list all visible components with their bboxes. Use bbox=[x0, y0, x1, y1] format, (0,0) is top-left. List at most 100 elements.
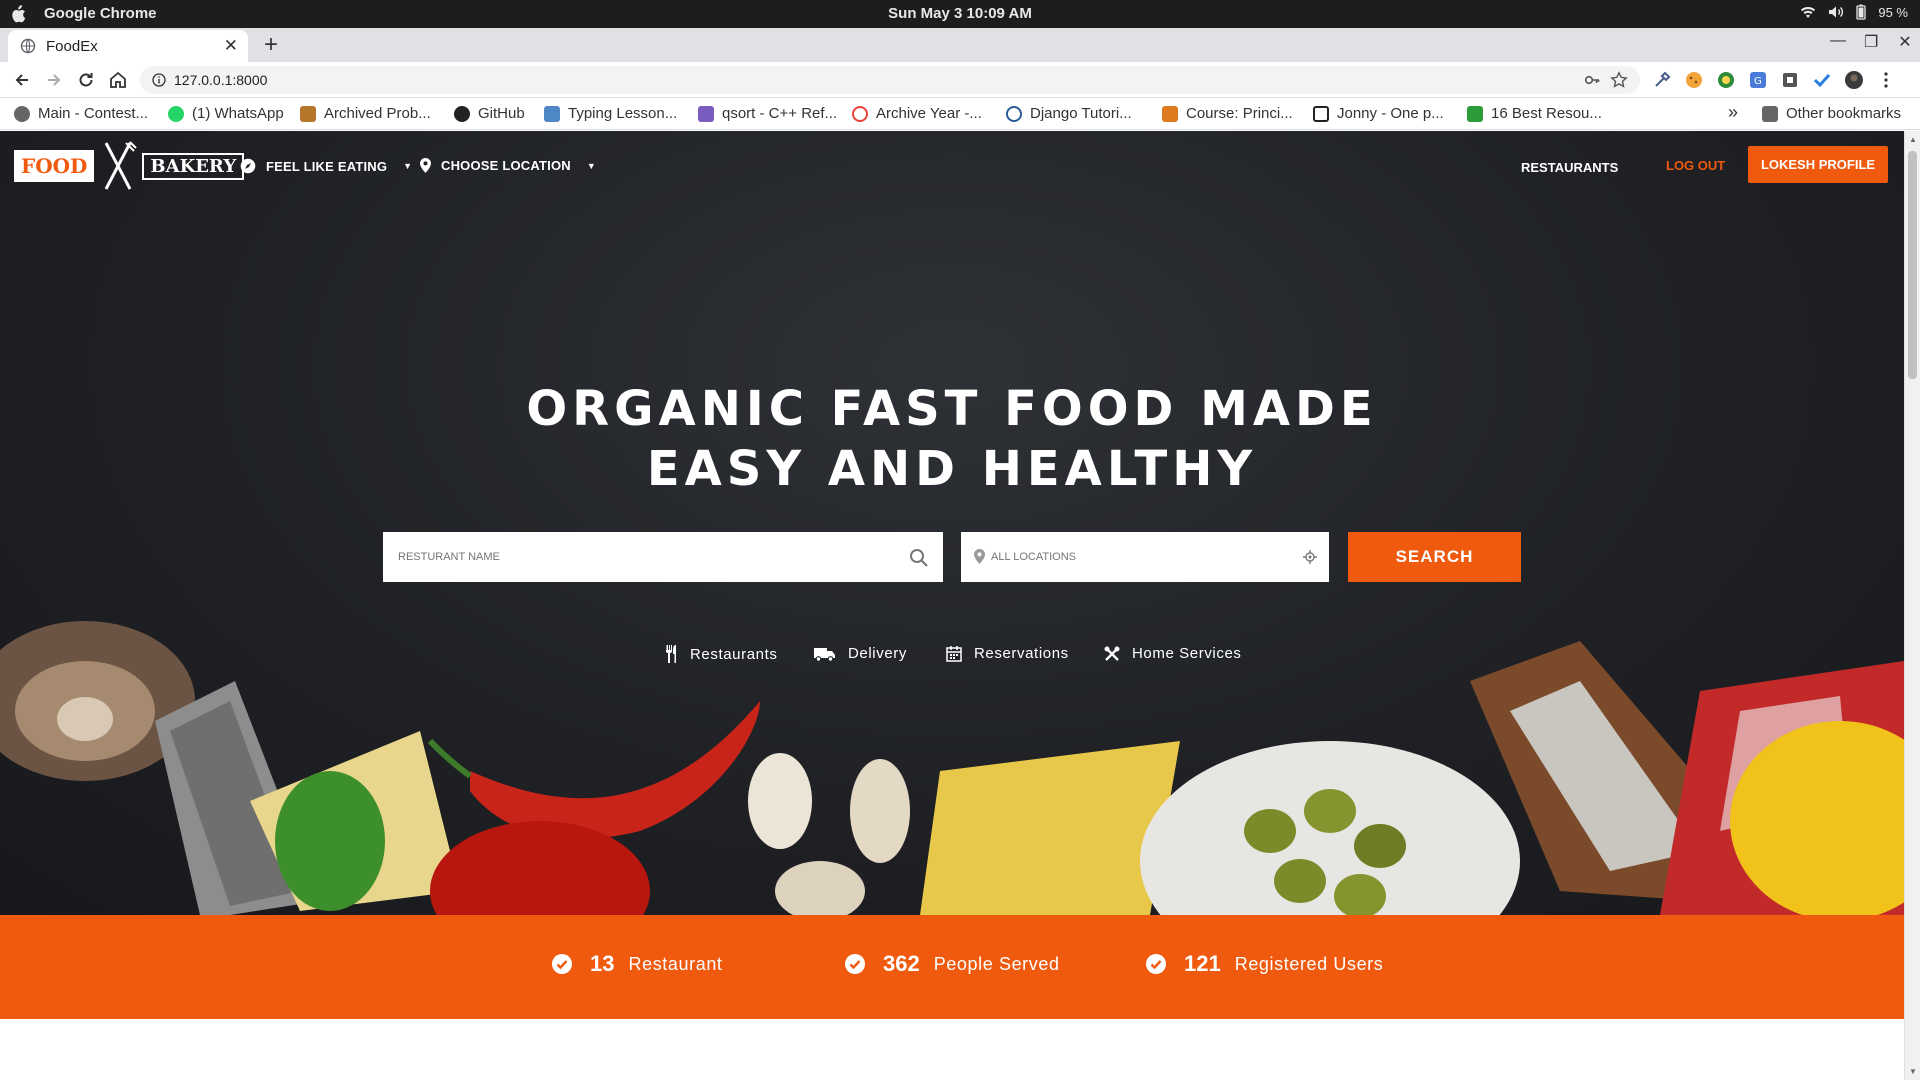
more-bookmarks-chevron[interactable]: » bbox=[1728, 102, 1738, 123]
stat-number: 362 bbox=[883, 951, 920, 976]
bookmark-label: Typing Lesson... bbox=[568, 105, 678, 122]
eyedropper-extension-icon[interactable] bbox=[1652, 70, 1672, 90]
bookmark-item[interactable]: Archived Prob... bbox=[300, 105, 431, 122]
github-icon bbox=[454, 105, 470, 122]
bookmark-item[interactable]: (1) WhatsApp bbox=[168, 105, 284, 122]
bookmark-item[interactable]: Django Tutori... bbox=[1006, 105, 1132, 122]
hero-title-line-1: ORGANIC FAST FOOD MADE bbox=[526, 381, 1378, 437]
scrollbar-thumb[interactable] bbox=[1908, 151, 1917, 379]
truck-icon bbox=[814, 647, 835, 662]
new-tab-button[interactable]: + bbox=[258, 32, 284, 58]
shield-extension-icon[interactable] bbox=[1780, 70, 1800, 90]
cookie-extension-icon[interactable] bbox=[1684, 70, 1704, 90]
tools-icon bbox=[1104, 646, 1120, 661]
folder-icon bbox=[1762, 105, 1778, 122]
bookmark-item[interactable]: Jonny - One p... bbox=[1313, 105, 1444, 122]
choose-location-dropdown[interactable]: CHOOSE LOCATION ▼ bbox=[420, 158, 596, 173]
search-button[interactable]: SEARCH bbox=[1348, 532, 1521, 582]
browser-tab-foodex[interactable]: FoodEx ✕ bbox=[8, 30, 248, 62]
menu-kebab-icon[interactable] bbox=[1876, 70, 1896, 90]
search-icon[interactable] bbox=[909, 548, 929, 568]
location-search-field bbox=[961, 532, 1329, 582]
extensions-area: G bbox=[1652, 70, 1896, 90]
url-text[interactable]: 127.0.0.1:8000 bbox=[174, 72, 267, 88]
battery-percentage: 95 % bbox=[1878, 4, 1908, 20]
restore-icon[interactable]: ❐ bbox=[1864, 32, 1878, 52]
choose-location-label: CHOOSE LOCATION bbox=[441, 158, 571, 173]
whatsapp-icon bbox=[168, 105, 184, 122]
bookmark-item[interactable]: Typing Lesson... bbox=[544, 105, 677, 122]
bookmark-item[interactable]: Main - Contest... bbox=[14, 105, 148, 122]
hero-section: FOOD BAKERY FEEL LIKE EATING ▼ CHOOSE LO… bbox=[0, 131, 1904, 915]
other-bookmarks-folder[interactable]: Other bookmarks bbox=[1762, 105, 1901, 122]
stat-label: Registered Users bbox=[1234, 953, 1384, 974]
logo-food-text: FOOD bbox=[14, 150, 95, 182]
minimize-icon[interactable]: — bbox=[1830, 32, 1846, 52]
bookmark-label: Django Tutori... bbox=[1030, 105, 1132, 122]
volume-icon[interactable] bbox=[1828, 5, 1844, 19]
resource-icon bbox=[1467, 105, 1483, 122]
stat-label: People Served bbox=[933, 953, 1060, 974]
reload-icon[interactable] bbox=[76, 70, 96, 90]
restaurant-name-input[interactable] bbox=[383, 532, 943, 582]
logout-link[interactable]: LOG OUT bbox=[1666, 158, 1725, 173]
restaurants-nav-link[interactable]: RESTAURANTS bbox=[1521, 160, 1618, 175]
bookmark-item[interactable]: Archive Year -... bbox=[852, 105, 982, 122]
close-window-icon[interactable]: ✕ bbox=[1898, 32, 1912, 52]
restaurant-search-field bbox=[383, 532, 943, 582]
site-info-icon[interactable] bbox=[152, 73, 166, 87]
category-reservations[interactable]: Reservations bbox=[946, 645, 1069, 662]
location-input[interactable] bbox=[961, 532, 1329, 582]
codeforces-icon bbox=[300, 105, 316, 122]
google-icon bbox=[852, 105, 868, 122]
fork-knife-icon bbox=[666, 645, 676, 663]
translate-extension-icon[interactable]: G bbox=[1748, 70, 1768, 90]
stat-people-served: 362 People Served bbox=[845, 951, 1060, 977]
grammar-extension-icon[interactable] bbox=[1716, 70, 1736, 90]
category-label: Home Services bbox=[1132, 645, 1242, 662]
garlic-clove bbox=[775, 861, 865, 915]
profile-avatar-icon[interactable] bbox=[1844, 70, 1864, 90]
forward-arrow-icon[interactable] bbox=[44, 70, 64, 90]
feel-like-eating-dropdown[interactable]: FEEL LIKE EATING ▼ bbox=[240, 158, 412, 174]
scroll-up-arrow-icon[interactable]: ▲ bbox=[1909, 135, 1917, 144]
bookmark-item[interactable]: 16 Best Resou... bbox=[1467, 105, 1602, 122]
hero-title-line-2: EASY AND HEALTHY bbox=[646, 441, 1258, 497]
check-circle-icon bbox=[845, 954, 865, 974]
site-header: FOOD BAKERY FEEL LIKE EATING ▼ CHOOSE LO… bbox=[0, 131, 1904, 203]
bookmark-star-icon[interactable] bbox=[1610, 71, 1628, 89]
check-extension-icon[interactable] bbox=[1812, 70, 1832, 90]
profile-button[interactable]: LOKESH PROFILE bbox=[1748, 146, 1888, 183]
bookmark-item[interactable]: qsort - C++ Ref... bbox=[698, 105, 837, 122]
os-top-bar: Google Chrome Sun May 3 10:09 AM 95 % bbox=[0, 0, 1920, 28]
category-label: Restaurants bbox=[690, 645, 778, 663]
category-delivery[interactable]: Delivery bbox=[814, 645, 907, 662]
wifi-icon[interactable] bbox=[1800, 5, 1816, 19]
browser-tab-strip: FoodEx ✕ + — ❐ ✕ bbox=[0, 28, 1920, 62]
check-circle-icon bbox=[1146, 954, 1166, 974]
bookmark-item[interactable]: GitHub bbox=[454, 105, 525, 122]
back-arrow-icon[interactable] bbox=[12, 70, 32, 90]
site-logo[interactable]: FOOD BAKERY bbox=[14, 141, 245, 191]
category-home-services[interactable]: Home Services bbox=[1104, 645, 1242, 662]
home-icon[interactable] bbox=[108, 70, 128, 90]
locate-me-icon[interactable] bbox=[1303, 550, 1317, 564]
check-circle-icon bbox=[552, 954, 572, 974]
battery-icon[interactable] bbox=[1856, 4, 1867, 20]
key-icon[interactable] bbox=[1584, 72, 1600, 88]
olive bbox=[1274, 859, 1326, 903]
page-scrollbar[interactable]: ▲ ▼ bbox=[1904, 131, 1920, 1080]
chili-stem bbox=[427, 738, 472, 779]
scroll-down-arrow-icon[interactable]: ▼ bbox=[1909, 1067, 1917, 1076]
bookmark-item[interactable]: Course: Princi... bbox=[1162, 105, 1293, 122]
globe-icon bbox=[14, 105, 30, 122]
tab-close-icon[interactable]: ✕ bbox=[224, 36, 238, 56]
stats-bar: 13 Restaurant 362 People Served 121 Regi… bbox=[0, 915, 1904, 1019]
olive bbox=[1354, 824, 1406, 868]
system-clock[interactable]: Sun May 3 10:09 AM bbox=[0, 5, 1920, 22]
category-restaurants[interactable]: Restaurants bbox=[664, 645, 777, 663]
logo-bakery-text: BAKERY bbox=[142, 152, 245, 180]
globe-icon bbox=[20, 38, 36, 54]
address-bar[interactable]: 127.0.0.1:8000 bbox=[140, 66, 1640, 94]
category-label: Reservations bbox=[974, 645, 1069, 662]
